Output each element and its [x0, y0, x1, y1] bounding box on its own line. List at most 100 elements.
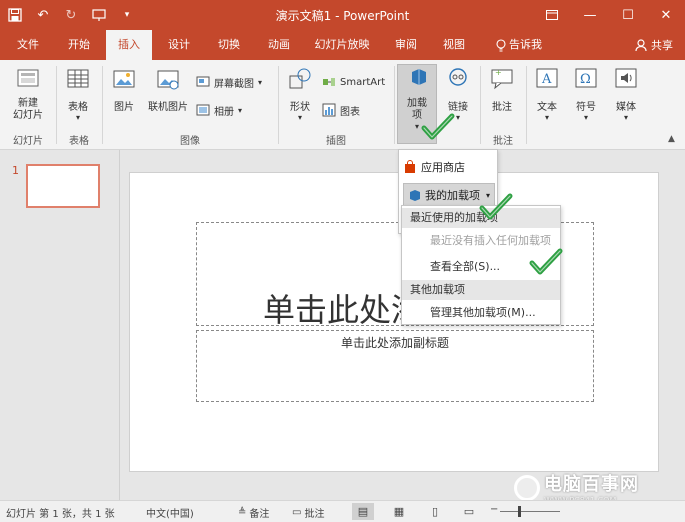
watermark-name: 电脑百事网: [544, 474, 639, 495]
comments-label: 批注: [304, 509, 325, 520]
symbol-label: 符号: [576, 102, 596, 113]
slide-count-status: 幻灯片 第 1 张，共 1 张: [6, 509, 115, 520]
table-icon: [67, 69, 89, 88]
zoom-out-icon[interactable]: −: [490, 504, 498, 515]
window-controls: — ☐ ✕: [533, 0, 685, 30]
new-slide-button[interactable]: 新建 幻灯片: [4, 66, 52, 122]
tab-view[interactable]: 视图: [432, 30, 476, 60]
picture-icon: [113, 70, 135, 88]
person-icon: [635, 38, 647, 51]
close-icon[interactable]: ✕: [647, 0, 685, 30]
tab-review[interactable]: 审阅: [384, 30, 428, 60]
store-bag-icon: [405, 160, 415, 173]
slide-sorter-icon: ▦: [393, 505, 405, 518]
symbol-button[interactable]: Ω 符号 ▾: [568, 66, 604, 122]
comment-button[interactable]: + 批注: [484, 66, 520, 113]
smartart-label: SmartArt: [340, 76, 386, 88]
zoom-slider-track[interactable]: [500, 511, 560, 512]
tab-tell-me[interactable]: 告诉我: [484, 30, 554, 60]
picture-label: 图片: [114, 102, 134, 113]
addins-icon: [412, 69, 426, 85]
slideshow-icon: ▭: [463, 505, 475, 518]
chart-label: 图表: [340, 106, 360, 118]
group-label-illustrations: 插图: [326, 136, 346, 147]
tab-slideshow[interactable]: 幻灯片放映: [306, 30, 378, 60]
green-check-icon: [529, 248, 563, 275]
text-icon: A: [536, 68, 558, 88]
reading-view-button[interactable]: ▯: [424, 503, 446, 520]
comments-button[interactable]: ▭ 批注: [292, 505, 324, 520]
ribbon-display-icon[interactable]: [533, 0, 571, 30]
album-button[interactable]: 相册 ▾: [196, 100, 242, 120]
picture-button[interactable]: 图片: [106, 66, 142, 113]
view-all-addins-item[interactable]: 查看全部(S)...: [430, 256, 500, 278]
chart-icon: [322, 103, 336, 117]
text-label: 文本: [537, 102, 557, 113]
my-addins-icon: [410, 189, 420, 201]
lightbulb-icon: [496, 38, 506, 51]
comments-icon: ▭: [292, 507, 302, 518]
tab-transitions[interactable]: 切换: [206, 30, 252, 60]
online-picture-label: 联机图片: [148, 102, 188, 113]
online-picture-button[interactable]: 联机图片: [144, 66, 192, 113]
subtitle-placeholder[interactable]: 单击此处添加副标题: [196, 330, 594, 402]
slideshow-view-button[interactable]: ▭: [458, 503, 480, 520]
chart-button[interactable]: 图表: [322, 100, 360, 120]
normal-view-icon: ▤: [357, 505, 369, 518]
table-button[interactable]: 表格 ▾: [60, 66, 96, 122]
media-button[interactable]: 媒体 ▾: [608, 66, 644, 122]
screenshot-button[interactable]: 屏幕截图 ▾: [196, 72, 262, 92]
shapes-button[interactable]: 形状 ▾: [282, 66, 318, 122]
reading-view-icon: ▯: [431, 505, 439, 518]
language-status[interactable]: 中文(中国): [146, 505, 194, 520]
title-bar: ↶ ↻ ▾ 演示文稿1 - PowerPoint — ☐ ✕: [0, 0, 685, 30]
link-label: 链接: [448, 102, 468, 113]
tell-me-label: 告诉我: [509, 38, 542, 51]
share-label: 共享: [651, 39, 673, 52]
table-label: 表格: [68, 102, 88, 113]
group-label-slides: 幻灯片: [13, 136, 43, 147]
status-bar: 幻灯片 第 1 张，共 1 张 中文(中国) ≜ 备注 ▭ 批注 ▤ ▦ ▯ ▭ −: [0, 500, 685, 522]
svg-text:Ω: Ω: [580, 72, 591, 87]
zoom-slider-thumb[interactable]: [518, 506, 521, 517]
notes-label: 备注: [249, 509, 270, 520]
share-button[interactable]: 共享: [629, 34, 679, 56]
store-label: 应用商店: [421, 161, 465, 174]
manage-other-addins-item[interactable]: 管理其他加载项(M)...: [430, 302, 536, 324]
shapes-icon: [289, 68, 311, 89]
album-label: 相册: [214, 106, 234, 118]
speaker-icon: [615, 68, 637, 88]
subtitle-placeholder-text: 单击此处添加副标题: [340, 336, 449, 350]
slide-sorter-view-button[interactable]: ▦: [388, 503, 410, 520]
media-label: 媒体: [616, 102, 636, 113]
new-slide-label: 新建 幻灯片: [13, 98, 43, 121]
tab-home[interactable]: 开始: [56, 30, 102, 60]
smartart-icon: [323, 78, 335, 86]
notes-icon: ≜: [238, 507, 247, 518]
maximize-icon[interactable]: ☐: [609, 0, 647, 30]
minimize-icon[interactable]: —: [571, 0, 609, 30]
my-addins-label: 我的加载项: [425, 189, 480, 202]
tab-insert[interactable]: 插入: [106, 30, 152, 60]
ribbon-tab-bar: 文件 开始 插入 设计 切换 动画 幻灯片放映 审阅 视图 告诉我 共享: [0, 30, 685, 60]
new-slide-icon: [17, 69, 39, 87]
shapes-label: 形状: [290, 102, 310, 113]
tab-design[interactable]: 设计: [156, 30, 202, 60]
screenshot-icon: [196, 76, 210, 87]
comment-icon: +: [491, 68, 513, 90]
screenshot-label: 屏幕截图: [214, 78, 254, 90]
text-button[interactable]: A 文本 ▾: [530, 66, 564, 122]
tab-animations[interactable]: 动画: [256, 30, 302, 60]
slide-thumbnail[interactable]: [26, 164, 100, 208]
notes-button[interactable]: ≜ 备注: [238, 505, 269, 520]
green-check-icon: [479, 193, 513, 220]
normal-view-button[interactable]: ▤: [352, 503, 374, 520]
thumbnail-number: 1: [12, 164, 19, 177]
group-label-tables: 表格: [69, 136, 89, 147]
store-menu-item[interactable]: 应用商店: [403, 155, 465, 179]
svg-text:+: +: [495, 68, 502, 77]
group-label-images: 图像: [180, 136, 200, 147]
smartart-button[interactable]: SmartArt: [322, 72, 385, 92]
collapse-ribbon-icon[interactable]: ▲: [668, 134, 675, 144]
tab-file[interactable]: 文件: [6, 30, 50, 60]
